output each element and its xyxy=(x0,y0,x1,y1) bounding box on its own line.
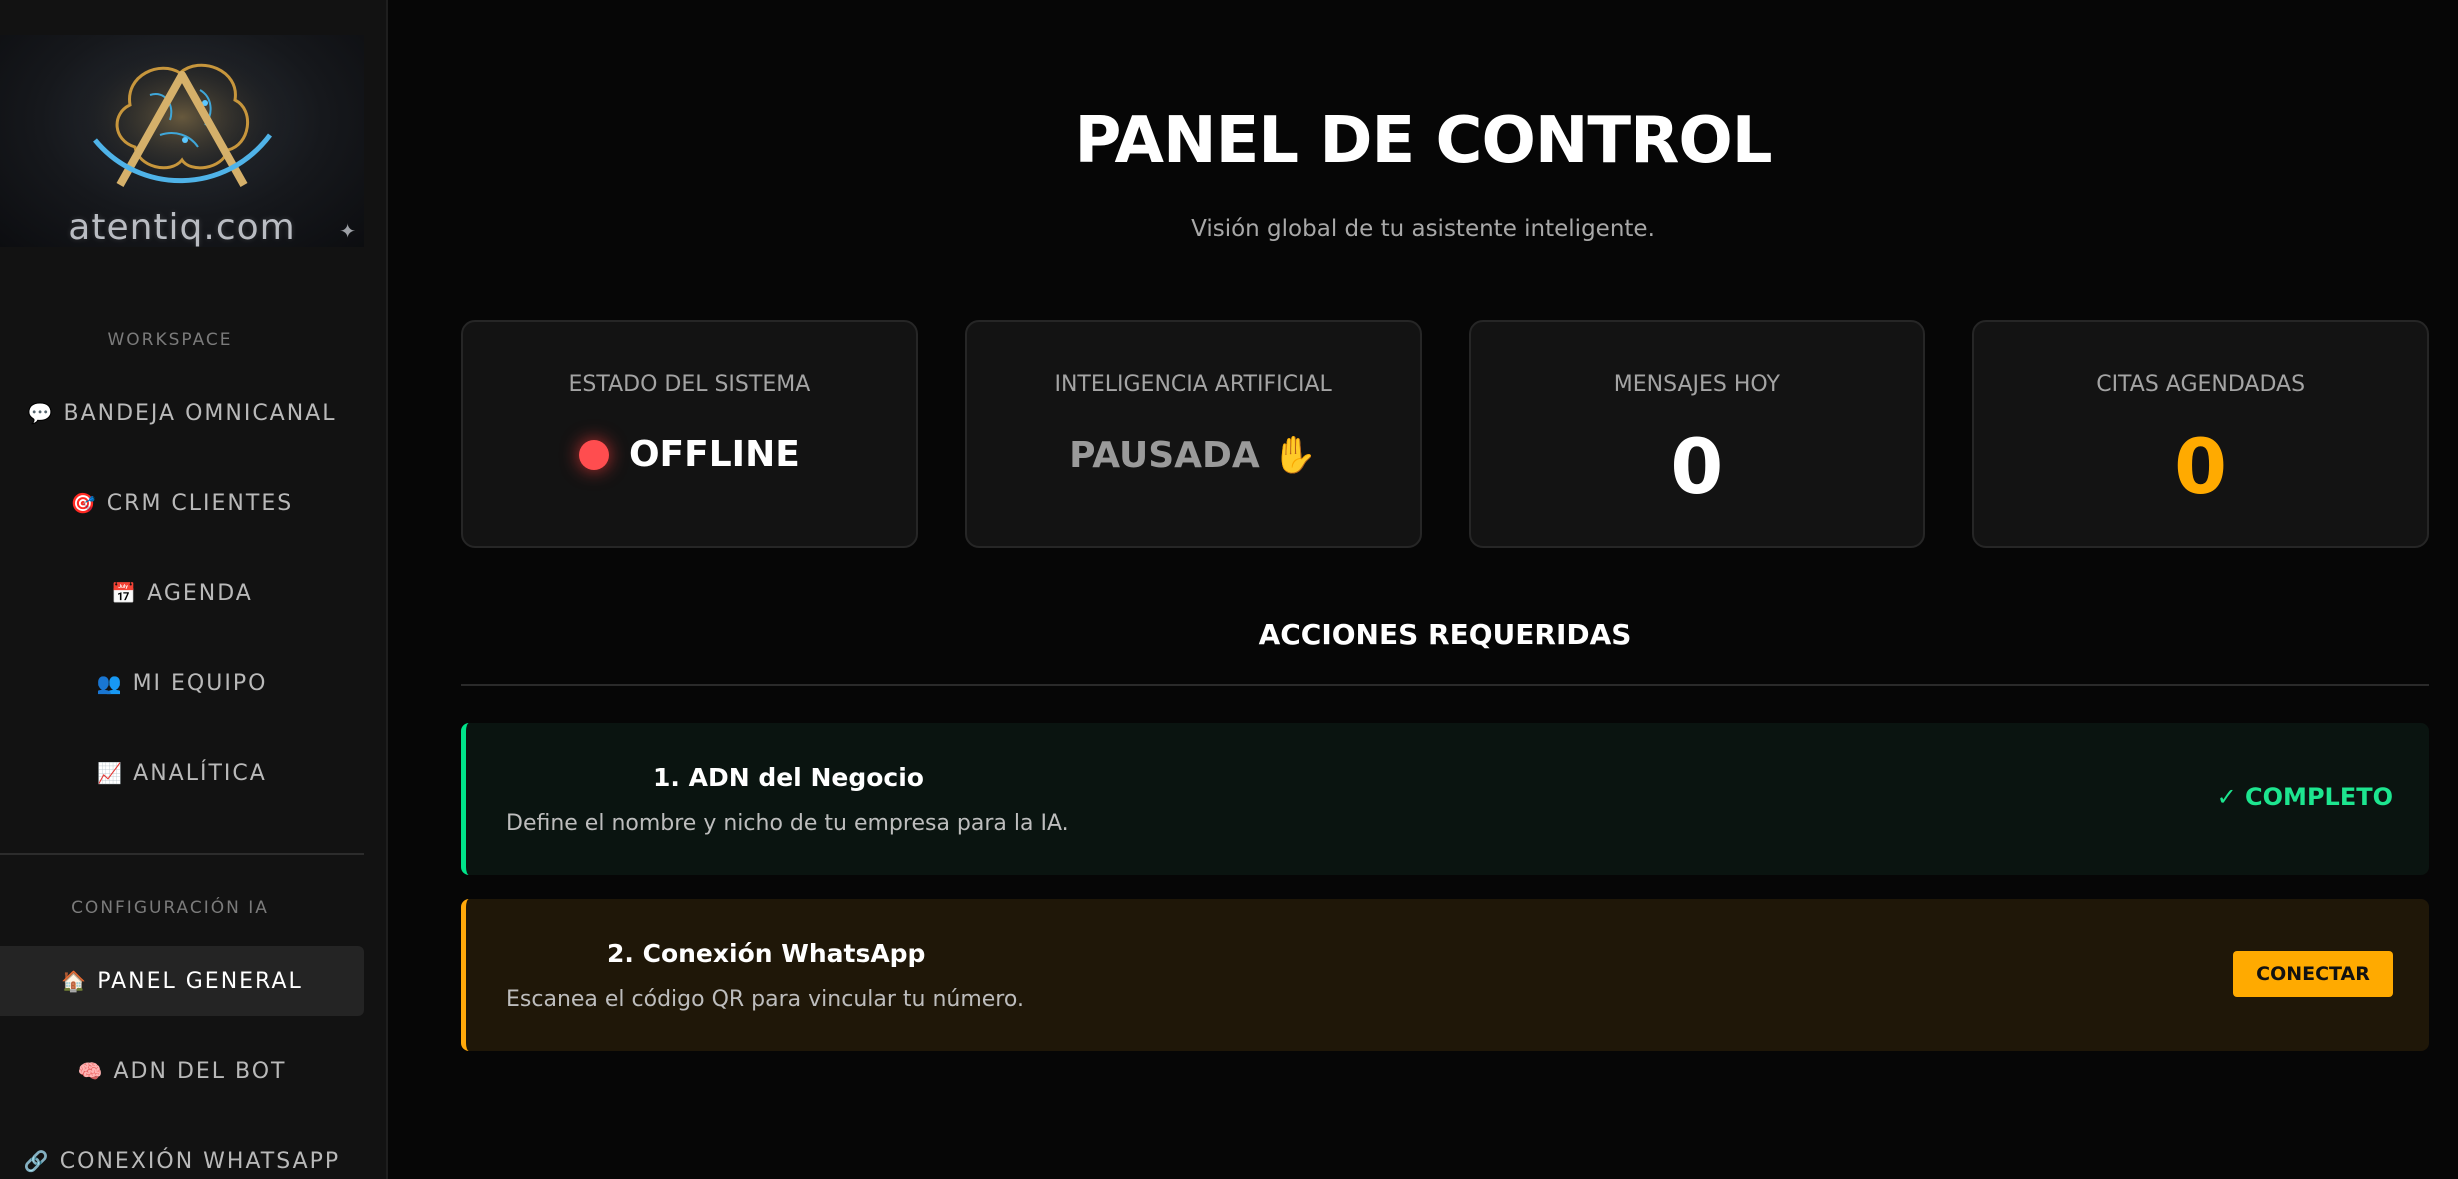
ai-status-text: PAUSADA ✋ xyxy=(1069,435,1318,476)
actions-divider xyxy=(461,684,2429,686)
sparkle-icon: ✦ xyxy=(339,219,356,243)
connect-button[interactable]: CONECTAR xyxy=(2233,951,2393,997)
sidebar-item-bandeja[interactable]: 💬 BANDEJA OMNICANAL xyxy=(0,378,364,448)
sidebar-item-label: CONEXIÓN WHATSAPP xyxy=(59,1148,341,1174)
sidebar-item-label: AGENDA xyxy=(147,580,253,606)
action-description: Escanea el código QR para vincular tu nú… xyxy=(506,987,1024,1012)
stat-card-ai: INTELIGENCIA ARTIFICIAL PAUSADA ✋ xyxy=(964,320,1422,548)
target-icon: 🎯 xyxy=(70,491,98,515)
page-title: PANEL DE CONTROL xyxy=(1074,104,1772,178)
page-subtitle: Visión global de tu asistente inteligent… xyxy=(1191,216,1655,242)
stat-label: INTELIGENCIA ARTIFICIAL xyxy=(1054,372,1332,397)
chat-bubble-icon: 💬 xyxy=(27,401,55,425)
sidebar-item-agenda[interactable]: 📅 AGENDA xyxy=(0,558,364,628)
sidebar-item-label: ANALÍTICA xyxy=(133,760,267,786)
sidebar-item-label: CRM CLIENTES xyxy=(106,490,294,516)
workspace-section-title: WORKSPACE xyxy=(107,330,233,350)
action-title: 2. Conexión WhatsApp xyxy=(607,939,926,968)
sidebar-item-label: PANEL GENERAL xyxy=(97,968,303,994)
ai-status: PAUSADA ✋ xyxy=(967,434,1420,476)
logo-wordmark: atentiq.com xyxy=(68,207,296,247)
status-text: OFFLINE xyxy=(628,434,800,475)
config-section-title: CONFIGURACIÓN IA xyxy=(71,898,269,918)
stat-card-system: ESTADO DEL SISTEMA OFFLINE xyxy=(461,320,918,548)
sidebar-item-analitica[interactable]: 📈 ANALÍTICA xyxy=(0,738,364,808)
link-icon: 🔗 xyxy=(23,1149,51,1173)
chart-up-icon: 📈 xyxy=(97,761,125,785)
sidebar-item-panel-general[interactable]: 🏠 PANEL GENERAL xyxy=(0,946,364,1016)
calendar-icon: 📅 xyxy=(111,581,139,605)
sidebar-item-label: MI EQUIPO xyxy=(132,670,268,696)
actions-section-title: ACCIONES REQUERIDAS xyxy=(1258,618,1632,651)
stat-label: ESTADO DEL SISTEMA xyxy=(568,372,811,397)
action-card-whatsapp: 2. Conexión WhatsApp Escanea el código Q… xyxy=(461,899,2429,1051)
sidebar: atentiq.com ✦ WORKSPACE 💬 BANDEJA OMNICA… xyxy=(0,0,388,1179)
stat-label: MENSAJES HOY xyxy=(1613,372,1780,397)
stat-card-appointments: CITAS AGENDADAS 0 xyxy=(1972,320,2429,548)
action-description: Define el nombre y nicho de tu empresa p… xyxy=(506,811,1069,836)
brand-logo[interactable]: atentiq.com ✦ xyxy=(0,35,364,247)
main-content: PANEL DE CONTROL Visión global de tu asi… xyxy=(388,0,2458,1179)
home-icon: 🏠 xyxy=(61,969,89,993)
complete-badge: ✓ COMPLETO xyxy=(2216,783,2393,811)
stats-row: ESTADO DEL SISTEMA OFFLINE INTELIGENCIA … xyxy=(461,320,2429,548)
status-dot-icon xyxy=(578,439,609,470)
sidebar-item-crm[interactable]: 🎯 CRM CLIENTES xyxy=(0,468,364,538)
sidebar-item-label: BANDEJA OMNICANAL xyxy=(63,400,337,426)
app-root: atentiq.com ✦ WORKSPACE 💬 BANDEJA OMNICA… xyxy=(0,0,2458,1179)
team-icon: 👥 xyxy=(96,671,124,695)
brain-icon: 🧠 xyxy=(77,1059,105,1083)
appointments-count: 0 xyxy=(2174,422,2228,511)
system-status: OFFLINE xyxy=(463,434,916,475)
sidebar-item-conexion-whatsapp[interactable]: 🔗 CONEXIÓN WHATSAPP xyxy=(0,1126,364,1179)
action-card-adn: 1. ADN del Negocio Define el nombre y ni… xyxy=(461,723,2429,875)
sidebar-divider xyxy=(0,853,364,855)
sidebar-item-equipo[interactable]: 👥 MI EQUIPO xyxy=(0,648,364,718)
stat-card-messages: MENSAJES HOY 0 xyxy=(1468,320,1926,548)
sidebar-item-adn-bot[interactable]: 🧠 ADN DEL BOT xyxy=(0,1036,364,1106)
messages-count: 0 xyxy=(1670,422,1724,511)
stat-label: CITAS AGENDADAS xyxy=(2096,372,2306,397)
sidebar-item-label: ADN DEL BOT xyxy=(113,1058,287,1084)
action-title: 1. ADN del Negocio xyxy=(653,763,924,792)
